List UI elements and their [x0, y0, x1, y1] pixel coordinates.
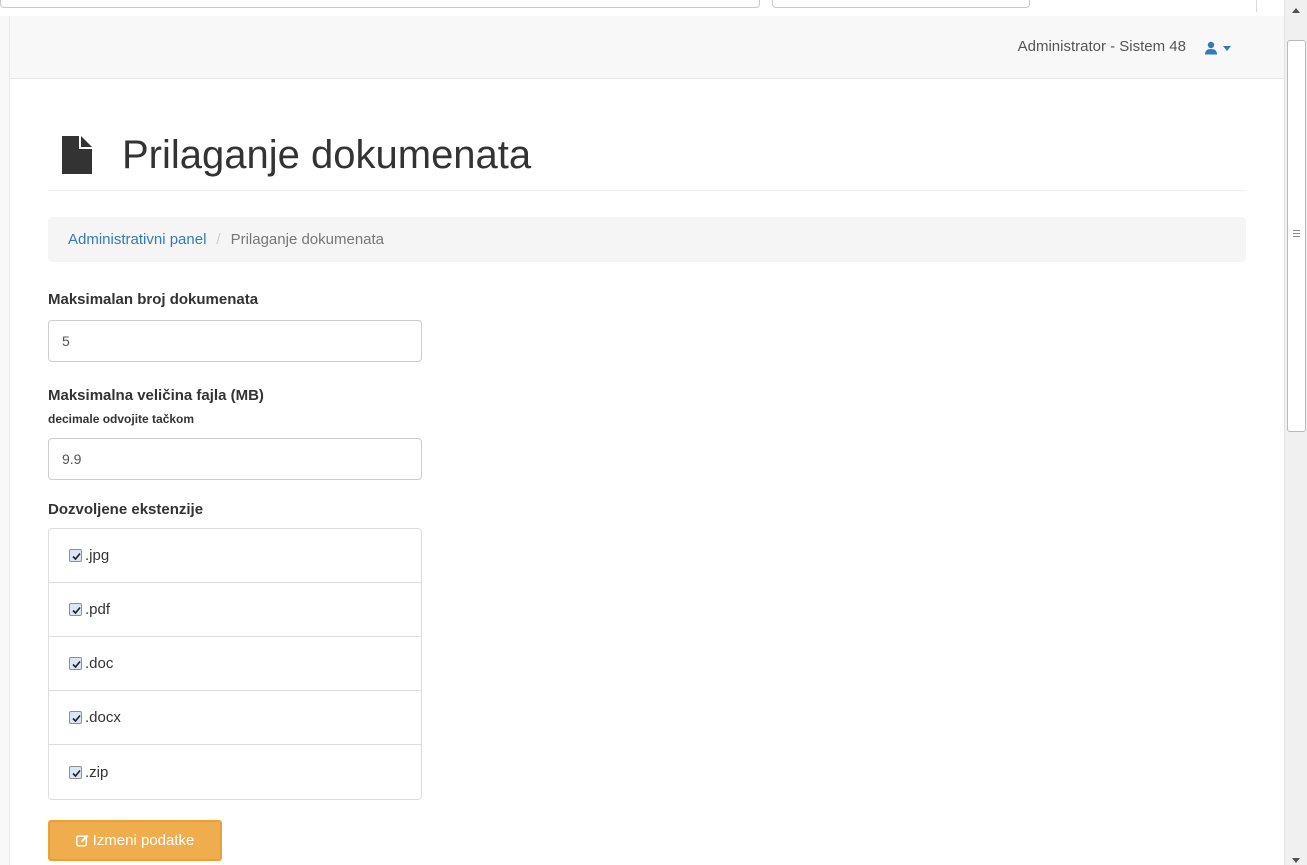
extension-label: .pdf [85, 601, 111, 618]
breadcrumb-link-admin-panel[interactable]: Administrativni panel [68, 231, 206, 248]
extension-label: .zip [85, 763, 109, 781]
extension-item-pdf[interactable]: .pdf [49, 583, 421, 637]
extension-checkbox-docx[interactable] [69, 711, 82, 724]
breadcrumb-current: Prilaganje dokumenata [230, 231, 385, 248]
max-file-size-label: Maksimalna veličina fajla (MB) [48, 387, 264, 404]
extension-label: .doc [85, 655, 114, 672]
extension-item-zip[interactable]: .zip [49, 745, 421, 799]
top-navbar: Administrator - Sistem 48 [10, 16, 1284, 79]
extension-label: .jpg [85, 547, 110, 564]
max-documents-group: Maksimalan broj dokumenata [48, 291, 1246, 362]
extensions-label: Dozvoljene ekstenzije [48, 501, 204, 518]
toolbar-divider [1256, 0, 1257, 12]
extensions-list: .jpg .pdf .doc .docx .zip [48, 528, 422, 800]
scrollbar-grip-icon [1293, 230, 1300, 237]
page-title: Prilaganje dokumenata [122, 133, 532, 177]
checkmark-icon [72, 660, 81, 669]
max-file-size-input[interactable] [48, 438, 422, 480]
search-bar-edge[interactable] [772, 0, 1030, 8]
address-bar-edge[interactable] [0, 0, 760, 8]
extension-item-jpg[interactable]: .jpg [49, 529, 421, 583]
scroll-up-arrow-icon[interactable] [1292, 8, 1300, 13]
user-menu-toggle[interactable] [1204, 38, 1244, 58]
viewport: Administrator - Sistem 48 Prilaganje dok… [0, 0, 1307, 865]
checkmark-icon [72, 606, 81, 615]
checkmark-icon [72, 769, 81, 777]
checkmark-icon [72, 714, 81, 723]
max-file-size-help: decimale odvojite tačkom [48, 412, 195, 426]
checkmark-icon [72, 552, 81, 561]
user-name-label: Administrator - Sistem 48 [1017, 38, 1186, 55]
max-documents-input[interactable] [48, 320, 422, 362]
scrollbar-thumb[interactable] [1287, 40, 1306, 432]
file-icon [62, 136, 92, 174]
browser-top-strip [0, 0, 1284, 16]
breadcrumb-separator: / [216, 231, 221, 248]
extension-checkbox-doc[interactable] [69, 657, 82, 670]
extension-checkbox-zip[interactable] [69, 765, 82, 779]
save-changes-label: Izmeni podatke [92, 832, 195, 849]
user-icon [1205, 41, 1217, 55]
max-documents-label: Maksimalan broj dokumenata [48, 291, 259, 308]
main-content: Prilaganje dokumenata Administrativni pa… [48, 80, 1246, 861]
extension-item-doc[interactable]: .doc [49, 637, 421, 691]
extension-checkbox-jpg[interactable] [69, 549, 82, 562]
max-file-size-group: Maksimalna veličina fajla (MB) decimale … [48, 387, 1246, 480]
scroll-down-arrow-icon[interactable] [1292, 858, 1300, 863]
sidebar-edge [0, 16, 10, 865]
edit-icon [75, 834, 89, 847]
breadcrumb: Administrativni panel / Prilaganje dokum… [48, 217, 1246, 262]
extensions-group: Dozvoljene ekstenzije .jpg .pdf .doc .do… [48, 501, 1246, 800]
vertical-scrollbar[interactable] [1284, 0, 1307, 865]
extension-checkbox-pdf[interactable] [69, 603, 82, 616]
chevron-down-icon [1223, 45, 1231, 51]
extension-item-docx[interactable]: .docx [49, 691, 421, 745]
save-changes-button[interactable]: Izmeni podatke [48, 820, 222, 861]
page-header: Prilaganje dokumenata [48, 132, 1246, 191]
extension-label: .docx [85, 709, 121, 726]
